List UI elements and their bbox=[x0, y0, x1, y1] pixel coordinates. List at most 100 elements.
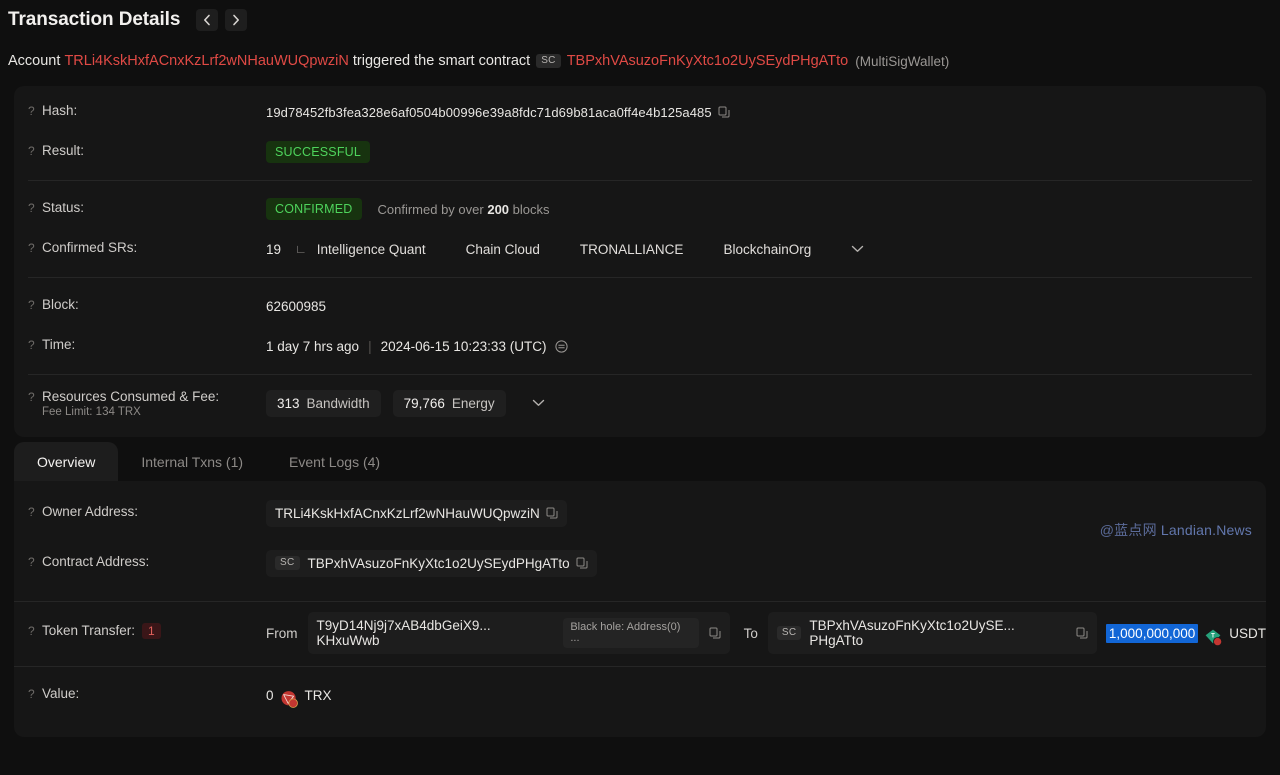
from-address-chip[interactable]: T9yD14Nj9j7xAB4dbGeiX9... KHxuWwb Black … bbox=[307, 612, 730, 654]
value-symbol: TRX bbox=[304, 687, 332, 703]
resources-label-group: ? Resources Consumed & Fee: Fee Limit: 1… bbox=[28, 383, 266, 418]
help-icon[interactable]: ? bbox=[28, 200, 42, 215]
status-badge: CONFIRMED bbox=[266, 197, 362, 221]
hash-value-group: 19d78452fb3fea328e6af0504b00996e39a8fdc7… bbox=[266, 92, 1266, 132]
help-icon[interactable]: ? bbox=[28, 337, 42, 352]
sr-name-3[interactable]: BlockchainOrg bbox=[723, 242, 811, 257]
time-label: Time: bbox=[42, 337, 76, 352]
chevron-down-icon[interactable] bbox=[532, 396, 545, 410]
energy-unit: Energy bbox=[451, 395, 495, 411]
help-icon[interactable]: ? bbox=[28, 623, 42, 638]
block-value[interactable]: 62600985 bbox=[266, 299, 326, 314]
sr-name-2[interactable]: TRONALLIANCE bbox=[580, 242, 684, 257]
chevron-left-icon bbox=[203, 14, 211, 26]
contract-address-chip[interactable]: SC TBPxhVAsuzoFnKyXtc1o2UySEydPHgATto bbox=[266, 549, 597, 577]
confirmed-srs-value-group: 19 ∟ Intelligence Quant Chain Cloud TRON… bbox=[266, 229, 1266, 269]
energy-chip: 79,766 Energy bbox=[392, 389, 506, 417]
copy-icon[interactable] bbox=[546, 507, 558, 522]
help-icon[interactable]: ? bbox=[28, 240, 42, 255]
transaction-summary-line: Account TRLi4KskHxfACnxKzLrf2wNHauWUQpwz… bbox=[0, 40, 1280, 82]
time-separator: | bbox=[368, 338, 372, 354]
section-divider bbox=[14, 666, 1266, 667]
chevron-right-icon bbox=[232, 14, 240, 26]
smart-contract-tag: SC bbox=[776, 626, 802, 640]
result-badge: SUCCESSFUL bbox=[266, 140, 371, 164]
next-button[interactable] bbox=[225, 9, 248, 31]
status-note-count: 200 bbox=[487, 201, 510, 217]
to-address-value: TBPxhVAsuzoFnKyXtc1o2UySE... PHgATto bbox=[809, 618, 1015, 648]
transaction-summary-card: ? Hash: 19d78452fb3fea328e6af0504b00996e… bbox=[14, 86, 1266, 437]
contract-name-label: (MultiSigWallet) bbox=[855, 53, 950, 69]
result-label: Result: bbox=[42, 143, 85, 158]
from-address-tag: Black hole: Address(0) ... bbox=[563, 618, 699, 648]
page-header: Transaction Details bbox=[0, 0, 1280, 40]
row-block: ? Block: 62600985 bbox=[14, 286, 1266, 326]
hash-value: 19d78452fb3fea328e6af0504b00996e39a8fdc7… bbox=[266, 104, 712, 120]
row-owner-address: ? Owner Address: TRLi4KskHxfACnxKzLrf2wN… bbox=[14, 493, 1266, 533]
hash-label: Hash: bbox=[42, 103, 78, 118]
resources-label: Resources Consumed & Fee: bbox=[42, 389, 220, 404]
help-icon[interactable]: ? bbox=[28, 297, 42, 312]
row-contract-address: ? Contract Address: SC TBPxhVAsuzoFnKyXt… bbox=[14, 543, 1266, 583]
status-note: Confirmed by over 200 blocks bbox=[378, 202, 550, 217]
time-label-group: ? Time: bbox=[28, 326, 266, 352]
help-icon[interactable]: ? bbox=[28, 389, 42, 404]
help-icon[interactable]: ? bbox=[28, 554, 42, 569]
status-label: Status: bbox=[42, 200, 85, 215]
block-value-group: 62600985 bbox=[266, 286, 1266, 326]
block-label-group: ? Block: bbox=[28, 286, 266, 312]
owner-address-label: Owner Address: bbox=[42, 504, 139, 519]
help-icon[interactable]: ? bbox=[28, 504, 42, 519]
account-address-link[interactable]: TRLi4KskHxfACnxKzLrf2wNHauWUQpwziN bbox=[64, 53, 348, 69]
prev-button[interactable] bbox=[196, 9, 219, 31]
usdt-token-icon: T bbox=[1204, 628, 1223, 647]
status-note-prefix: Confirmed by over bbox=[377, 201, 484, 217]
clock-icon[interactable] bbox=[555, 340, 569, 356]
confirmed-srs-label: Confirmed SRs: bbox=[42, 240, 138, 255]
time-relative: 1 day 7 hrs ago bbox=[266, 338, 360, 354]
copy-icon[interactable] bbox=[718, 106, 730, 121]
help-icon[interactable]: ? bbox=[28, 143, 42, 158]
row-token-transfer: ? Token Transfer: 1 From T9yD14Nj9j7xAB4… bbox=[14, 612, 1266, 654]
value-amount: 0 bbox=[266, 687, 274, 703]
help-icon[interactable]: ? bbox=[28, 103, 42, 118]
section-divider bbox=[28, 180, 1252, 181]
chevron-down-icon[interactable] bbox=[851, 242, 864, 256]
status-value-group: CONFIRMED Confirmed by over 200 blocks bbox=[266, 189, 1266, 229]
owner-address-chip[interactable]: TRLi4KskHxfACnxKzLrf2wNHauWUQpwziN bbox=[266, 499, 567, 527]
transfer-amount: 1,000,000,000 bbox=[1105, 623, 1199, 643]
bandwidth-value: 313 bbox=[277, 395, 300, 411]
tab-overview[interactable]: Overview bbox=[14, 442, 119, 481]
block-label: Block: bbox=[42, 297, 79, 312]
copy-icon[interactable] bbox=[576, 557, 588, 572]
result-label-group: ? Result: bbox=[28, 132, 266, 158]
row-confirmed-srs: ? Confirmed SRs: 19 ∟ Intelligence Quant… bbox=[14, 229, 1266, 269]
time-absolute: 2024-06-15 10:23:33 (UTC) bbox=[380, 338, 547, 354]
confirmed-srs-count: 19 bbox=[266, 241, 282, 257]
watermark: @蓝点网 Landian.News bbox=[1100, 520, 1252, 540]
page-title: Transaction Details bbox=[8, 9, 181, 30]
help-icon[interactable]: ? bbox=[28, 686, 42, 701]
row-resources: ? Resources Consumed & Fee: Fee Limit: 1… bbox=[14, 383, 1266, 423]
resources-value-group: 313 Bandwidth 79,766 Energy bbox=[266, 383, 1266, 423]
row-result: ? Result: SUCCESSFUL bbox=[14, 132, 1266, 172]
tab-event-logs[interactable]: Event Logs (4) bbox=[266, 442, 403, 481]
copy-icon[interactable] bbox=[709, 627, 721, 642]
tab-internal-txns[interactable]: Internal Txns (1) bbox=[118, 442, 266, 481]
row-value: ? Value: 0 TRX bbox=[14, 675, 1266, 715]
token-transfer-label: Token Transfer: bbox=[42, 623, 136, 638]
bandwidth-chip: 313 Bandwidth bbox=[266, 389, 381, 417]
owner-address-label-group: ? Owner Address: bbox=[28, 493, 266, 519]
contract-address-label-group: ? Contract Address: bbox=[28, 543, 266, 569]
token-transfer-label-group: ? Token Transfer: 1 bbox=[28, 612, 266, 639]
fee-limit-label: Fee Limit: 134 TRX bbox=[42, 406, 141, 418]
to-address-chip[interactable]: SC TBPxhVAsuzoFnKyXtc1o2UySE... PHgATto bbox=[767, 612, 1097, 654]
sr-name-1[interactable]: Chain Cloud bbox=[466, 242, 540, 257]
contract-address-label: Contract Address: bbox=[42, 554, 150, 569]
sr-name-0[interactable]: Intelligence Quant bbox=[317, 242, 426, 257]
copy-icon[interactable] bbox=[1076, 627, 1088, 642]
section-divider bbox=[28, 277, 1252, 278]
contract-address-link[interactable]: TBPxhVAsuzoFnKyXtc1o2UySEydPHgATto bbox=[567, 53, 849, 69]
smart-contract-tag: SC bbox=[536, 54, 561, 68]
row-hash: ? Hash: 19d78452fb3fea328e6af0504b00996e… bbox=[14, 92, 1266, 132]
